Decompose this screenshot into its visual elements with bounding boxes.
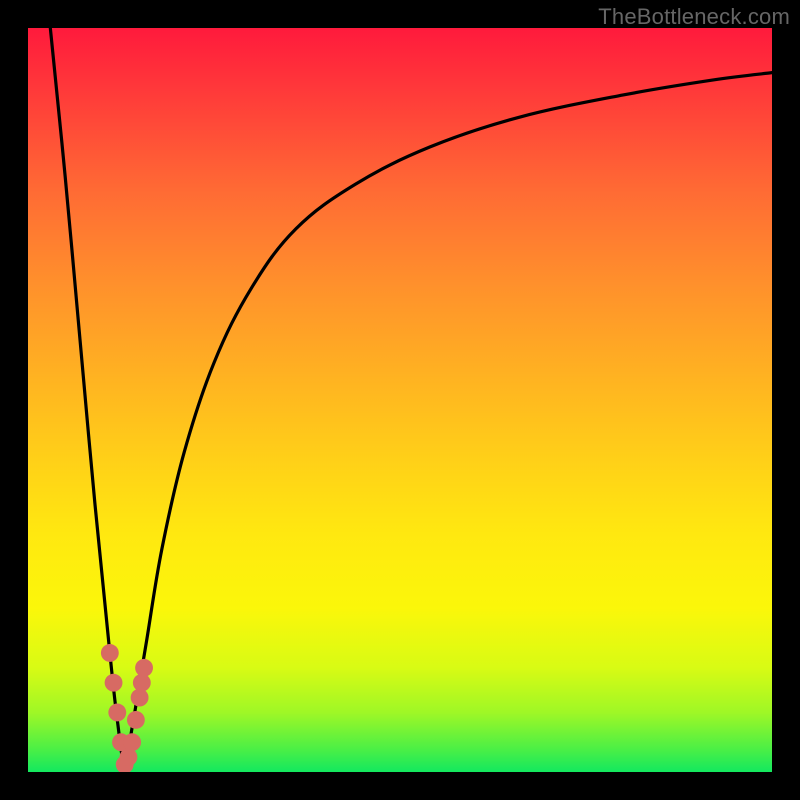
marker-dot	[108, 704, 126, 722]
watermark-text: TheBottleneck.com	[598, 4, 790, 30]
bottleneck-curve	[50, 28, 772, 765]
marker-dot	[123, 733, 141, 751]
marker-dot	[120, 748, 138, 766]
markers-group	[101, 644, 153, 772]
plot-area	[28, 28, 772, 772]
curve-group	[50, 28, 772, 765]
marker-dot	[105, 674, 123, 692]
chart-svg	[28, 28, 772, 772]
marker-dot	[135, 659, 153, 677]
marker-dot	[101, 644, 119, 662]
chart-frame: TheBottleneck.com	[0, 0, 800, 800]
marker-dot	[127, 711, 145, 729]
